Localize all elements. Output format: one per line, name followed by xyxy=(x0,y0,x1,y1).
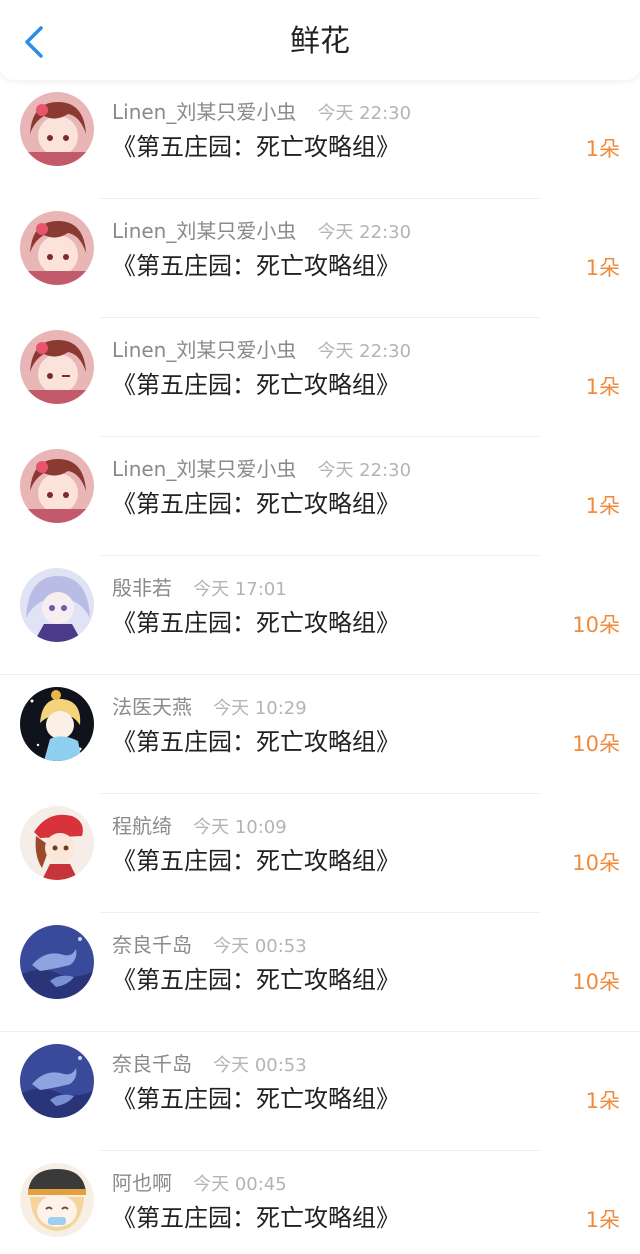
lavender-hair-avatar xyxy=(20,568,94,642)
flower-count: 1朵 xyxy=(585,1089,620,1113)
timestamp: 今天 22:30 xyxy=(317,222,412,243)
avatar[interactable] xyxy=(20,1163,94,1237)
user-name[interactable]: Linen_刘某只爱小虫 xyxy=(112,457,296,481)
list-item[interactable]: 奈良千岛 今天 00:53 《第五庄园：死亡攻略组》 10朵 xyxy=(0,913,640,1032)
timestamp: 今天 00:53 xyxy=(213,936,307,957)
flower-count: 10朵 xyxy=(572,732,620,756)
timestamp: 今天 22:30 xyxy=(317,460,412,481)
pink-hair-girl-avatar xyxy=(20,449,94,523)
avatar[interactable] xyxy=(20,925,94,999)
book-title[interactable]: 《第五庄园：死亡攻略组》 xyxy=(112,368,400,402)
chibi-cap-avatar xyxy=(20,1163,94,1237)
timestamp: 今天 22:30 xyxy=(317,103,412,124)
top-bar: 鲜花 xyxy=(0,0,640,80)
user-name[interactable]: 奈良千岛 xyxy=(112,1052,192,1076)
flower-count: 1朵 xyxy=(585,137,620,161)
book-title[interactable]: 《第五庄园：死亡攻略组》 xyxy=(112,606,400,640)
book-title[interactable]: 《第五庄园：死亡攻略组》 xyxy=(112,130,400,164)
flower-count: 10朵 xyxy=(572,970,620,994)
list-item[interactable]: 法医天燕 今天 10:29 《第五庄园：死亡攻略组》 10朵 xyxy=(0,675,640,794)
avatar[interactable] xyxy=(20,449,94,523)
timestamp: 今天 10:09 xyxy=(193,817,287,838)
gift-list: Linen_刘某只爱小虫 今天 22:30 《第五庄园：死亡攻略组》 1朵 Li… xyxy=(0,80,640,1254)
blue-dolphin-avatar xyxy=(20,925,94,999)
book-title[interactable]: 《第五庄园：死亡攻略组》 xyxy=(112,725,400,759)
avatar[interactable] xyxy=(20,806,94,880)
avatar[interactable] xyxy=(20,92,94,166)
book-title[interactable]: 《第五庄园：死亡攻略组》 xyxy=(112,487,400,521)
red-hat-avatar xyxy=(20,806,94,880)
list-item[interactable]: Linen_刘某只爱小虫 今天 22:30 《第五庄园：死亡攻略组》 1朵 xyxy=(0,80,640,199)
avatar[interactable] xyxy=(20,211,94,285)
book-title[interactable]: 《第五庄园：死亡攻略组》 xyxy=(112,963,400,997)
user-name[interactable]: Linen_刘某只爱小虫 xyxy=(112,100,296,124)
page-title: 鲜花 xyxy=(290,24,350,59)
list-item[interactable]: 阿也啊 今天 00:45 《第五庄园：死亡攻略组》 1朵 xyxy=(0,1151,640,1254)
user-name[interactable]: 法医天燕 xyxy=(112,695,192,719)
timestamp: 今天 00:45 xyxy=(193,1174,287,1195)
user-name[interactable]: Linen_刘某只爱小虫 xyxy=(112,338,296,362)
book-title[interactable]: 《第五庄园：死亡攻略组》 xyxy=(112,249,400,283)
flower-count: 1朵 xyxy=(585,1208,620,1232)
avatar[interactable] xyxy=(20,1044,94,1118)
avatar[interactable] xyxy=(20,568,94,642)
user-name[interactable]: 阿也啊 xyxy=(112,1171,172,1195)
list-item[interactable]: 程航绮 今天 10:09 《第五庄园：死亡攻略组》 10朵 xyxy=(0,794,640,913)
flower-count: 1朵 xyxy=(585,494,620,518)
timestamp: 今天 17:01 xyxy=(193,579,287,600)
pink-hair-girl-avatar xyxy=(20,211,94,285)
pink-hair-girl-avatar xyxy=(20,330,94,404)
user-name[interactable]: 程航绮 xyxy=(112,814,172,838)
user-name[interactable]: 奈良千岛 xyxy=(112,933,192,957)
timestamp: 今天 10:29 xyxy=(213,698,307,719)
user-name[interactable]: Linen_刘某只爱小虫 xyxy=(112,219,296,243)
avatar[interactable] xyxy=(20,687,94,761)
list-item[interactable]: 殷非若 今天 17:01 《第五庄园：死亡攻略组》 10朵 xyxy=(0,556,640,675)
user-name[interactable]: 殷非若 xyxy=(112,576,172,600)
book-title[interactable]: 《第五庄园：死亡攻略组》 xyxy=(112,1201,400,1235)
pink-hair-girl-avatar xyxy=(20,92,94,166)
flower-count: 10朵 xyxy=(572,851,620,875)
timestamp: 今天 00:53 xyxy=(213,1055,307,1076)
blue-dolphin-avatar xyxy=(20,1044,94,1118)
blonde-night-avatar xyxy=(20,687,94,761)
flower-gifts-page: 鲜花 Linen_刘某只爱小虫 今天 22:30 《第五庄园：死亡攻略组》 1朵… xyxy=(0,0,640,1254)
list-item[interactable]: Linen_刘某只爱小虫 今天 22:30 《第五庄园：死亡攻略组》 1朵 xyxy=(0,437,640,556)
flower-count: 1朵 xyxy=(585,375,620,399)
timestamp: 今天 22:30 xyxy=(317,341,412,362)
book-title[interactable]: 《第五庄园：死亡攻略组》 xyxy=(112,844,400,878)
book-title[interactable]: 《第五庄园：死亡攻略组》 xyxy=(112,1082,400,1116)
flower-count: 1朵 xyxy=(585,256,620,280)
avatar[interactable] xyxy=(20,330,94,404)
list-item[interactable]: 奈良千岛 今天 00:53 《第五庄园：死亡攻略组》 1朵 xyxy=(0,1032,640,1151)
flower-count: 10朵 xyxy=(572,613,620,637)
list-item[interactable]: Linen_刘某只爱小虫 今天 22:30 《第五庄园：死亡攻略组》 1朵 xyxy=(0,318,640,437)
list-item[interactable]: Linen_刘某只爱小虫 今天 22:30 《第五庄园：死亡攻略组》 1朵 xyxy=(0,199,640,318)
